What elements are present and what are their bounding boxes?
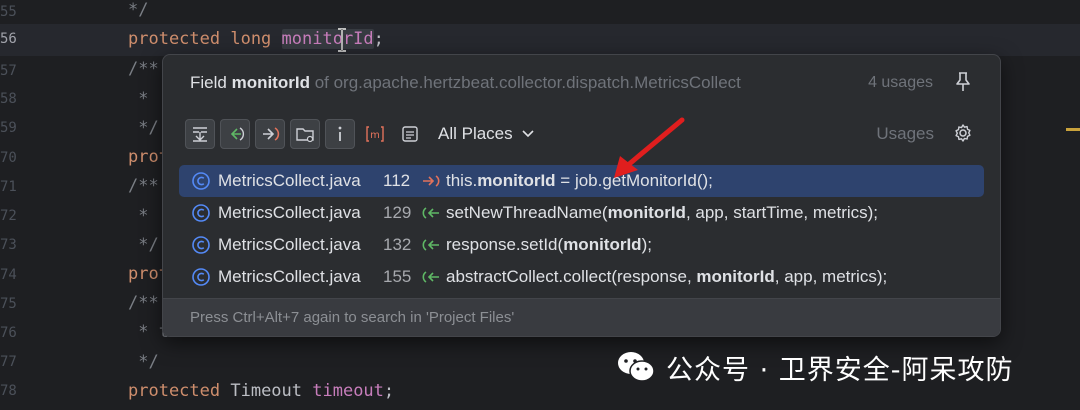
read-access-button[interactable] — [220, 119, 250, 149]
watermark-text: 公众号 · 卫界安全-阿呆攻防 — [666, 354, 1014, 386]
line-number: 72 — [0, 208, 17, 224]
line-number: 58 — [0, 91, 17, 107]
field-identifier[interactable]: monitorId — [281, 29, 374, 49]
code-line[interactable]: * — [128, 89, 159, 109]
class-icon — [192, 236, 210, 254]
usage-count: 4 usages — [868, 74, 933, 91]
punctuation: ; — [373, 29, 384, 49]
scope-dropdown[interactable]: All Places — [438, 124, 535, 144]
code-line[interactable]: * — [128, 206, 159, 226]
usage-line-number: 129 — [383, 203, 412, 222]
line-number: 71 — [0, 179, 17, 195]
line-number-current: 56 — [0, 31, 17, 47]
usage-row[interactable]: MetricsCollect.java 129 setNewThreadName… — [179, 197, 984, 229]
read-access-icon — [422, 271, 439, 283]
line-number: 55 — [0, 4, 17, 20]
merge-usages-button[interactable] — [185, 119, 215, 149]
usage-file: MetricsCollect.java — [218, 235, 361, 254]
text-cursor-icon — [338, 28, 346, 52]
punctuation: ; — [383, 381, 395, 401]
class-icon — [192, 204, 210, 222]
usage-row[interactable]: MetricsCollect.java 132 response.setId(m… — [179, 229, 984, 261]
merge-icon — [193, 127, 207, 142]
usage-file: MetricsCollect.java — [218, 203, 361, 222]
line-number: 77 — [0, 354, 17, 370]
popup-footer: Press Ctrl+Alt+7 again to search in 'Pro… — [163, 298, 1000, 336]
method-filter-button[interactable]: m — [360, 119, 390, 149]
usage-row[interactable]: MetricsCollect.java 155 abstractCollect.… — [179, 261, 984, 293]
chevron-down-icon — [522, 130, 534, 138]
line-number: 70 — [0, 150, 17, 166]
usage-snippet: setNewThreadName(monitorId, app, startTi… — [446, 203, 879, 222]
pin-icon[interactable] — [954, 71, 972, 93]
class-icon — [192, 268, 210, 286]
line-number: 75 — [0, 296, 17, 312]
folder-settings-icon — [296, 128, 314, 143]
line-number: 73 — [0, 237, 17, 253]
line-number: 78 — [0, 383, 17, 399]
write-access-button[interactable] — [255, 119, 285, 149]
code-line[interactable]: */ — [128, 352, 158, 372]
read-access-icon — [422, 239, 439, 251]
field-identifier[interactable]: timeout — [312, 381, 384, 401]
method-icon: m — [366, 126, 384, 142]
code-line[interactable]: */ — [128, 0, 148, 20]
error-stripe-marker[interactable] — [1066, 128, 1080, 131]
line-number-gutter: 55 56 57 58 59 70 71 72 73 74 75 76 77 7… — [0, 0, 17, 410]
read-access-icon — [230, 127, 245, 141]
write-access-icon — [423, 175, 440, 187]
write-access-icon — [263, 127, 280, 141]
code-line[interactable]: */ — [128, 235, 158, 255]
usage-file: MetricsCollect.java — [218, 171, 361, 190]
usage-snippet: abstractCollect.collect(response, monito… — [446, 267, 888, 286]
watermark: 公众号 · 卫界安全-阿呆攻防 — [616, 347, 1014, 387]
line-number: 57 — [0, 63, 17, 79]
gear-icon[interactable] — [953, 123, 973, 143]
annotation-arrow-icon — [614, 117, 685, 178]
usage-line-number: 155 — [383, 267, 412, 286]
field-owner: of org.apache.hertzbeat.collector.dispat… — [314, 73, 741, 92]
info-icon — [338, 126, 342, 141]
code-line[interactable]: protected Timeout timeout; — [128, 381, 394, 401]
usage-snippet: response.setId(monitorId); — [446, 235, 652, 254]
usage-line-number: 132 — [383, 235, 412, 254]
usage-row-selected[interactable]: MetricsCollect.java 112 this.monitorId =… — [179, 165, 984, 197]
find-usages-popup[interactable]: Field monitorId of org.apache.hertzbeat.… — [162, 54, 1001, 337]
line-number: 59 — [0, 120, 17, 136]
footer-hint: Press Ctrl+Alt+7 again to search in 'Pro… — [190, 309, 515, 326]
preview-icon — [402, 126, 418, 142]
read-access-icon — [422, 207, 439, 219]
type-name: Timeout — [230, 381, 313, 401]
usage-list: MetricsCollect.java 112 this.monitorId =… — [179, 165, 984, 293]
popup-title: Field monitorId of org.apache.hertzbeat.… — [190, 73, 741, 92]
preview-button[interactable] — [395, 119, 425, 149]
code-line[interactable]: /** — [128, 176, 159, 196]
info-button[interactable] — [325, 119, 355, 149]
wechat-logo-icon — [618, 352, 655, 382]
class-icon — [192, 172, 210, 190]
code-line[interactable]: /** — [128, 59, 159, 79]
svg-text:m: m — [370, 130, 380, 141]
usages-view-label[interactable]: Usages — [876, 124, 934, 144]
folder-settings-button[interactable] — [290, 119, 320, 149]
line-number: 74 — [0, 267, 17, 283]
usage-line-number: 112 — [383, 171, 411, 190]
code-line[interactable]: /** — [128, 293, 159, 313]
field-name: monitorId — [231, 73, 310, 92]
line-number: 76 — [0, 325, 17, 341]
usage-file: MetricsCollect.java — [218, 267, 361, 286]
code-line[interactable]: */ — [128, 118, 158, 138]
scope-label: All Places — [438, 124, 513, 143]
keyword: protected long — [128, 29, 282, 49]
keyword: protected — [128, 381, 231, 401]
